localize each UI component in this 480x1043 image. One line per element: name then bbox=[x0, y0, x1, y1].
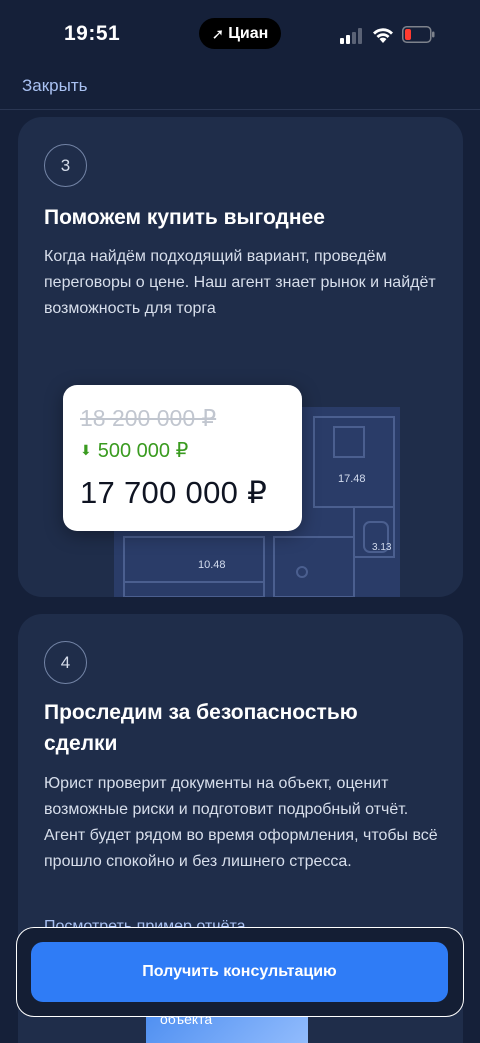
new-price: 17 700 000 ₽ bbox=[80, 475, 268, 510]
status-time: 19:51 bbox=[64, 22, 121, 45]
room-area-large: 17.48 bbox=[338, 473, 366, 485]
cellular-signal-icon bbox=[340, 28, 362, 44]
status-bar: 19:51 ➚ Циан bbox=[0, 0, 480, 70]
price-card: 18 200 000 ₽ ⬇ 500 000 ₽ 17 700 000 ₽ bbox=[63, 385, 302, 531]
step-title: Проследим за безопасностью сделки bbox=[44, 701, 358, 755]
step-description: Юрист проверит документы на объект, оцен… bbox=[44, 775, 438, 870]
discount-value: 500 000 ₽ bbox=[97, 440, 189, 462]
room-area-room: 10.48 bbox=[198, 559, 226, 571]
room-area-bath: 3.13 bbox=[372, 542, 392, 553]
close-button[interactable]: Закрыть bbox=[22, 76, 87, 96]
arrow-down-icon: ⬇ bbox=[80, 442, 92, 458]
top-navigation-bar: Закрыть bbox=[0, 70, 480, 110]
step-description: Когда найдём подходящий вариант, проведё… bbox=[44, 248, 436, 317]
cian-logo-icon: ➚ bbox=[211, 25, 225, 43]
dynamic-island-app-pill[interactable]: ➚ Циан bbox=[199, 18, 281, 49]
app-name: Циан bbox=[228, 24, 269, 42]
step-card-3: 3 Поможем купить выгоднее Когда найдём п… bbox=[18, 117, 463, 597]
wifi-icon bbox=[373, 28, 393, 43]
step-number-badge: 4 bbox=[44, 641, 87, 684]
step-title: Поможем купить выгоднее bbox=[44, 206, 325, 229]
cta-container: Получить консультацию bbox=[16, 927, 464, 1017]
discount-amount: ⬇ 500 000 ₽ bbox=[80, 438, 188, 463]
get-consultation-button[interactable]: Получить консультацию bbox=[31, 942, 448, 1002]
step-number-badge: 3 bbox=[44, 144, 87, 187]
old-price: 18 200 000 ₽ bbox=[80, 405, 217, 431]
battery-low-icon bbox=[402, 26, 435, 43]
